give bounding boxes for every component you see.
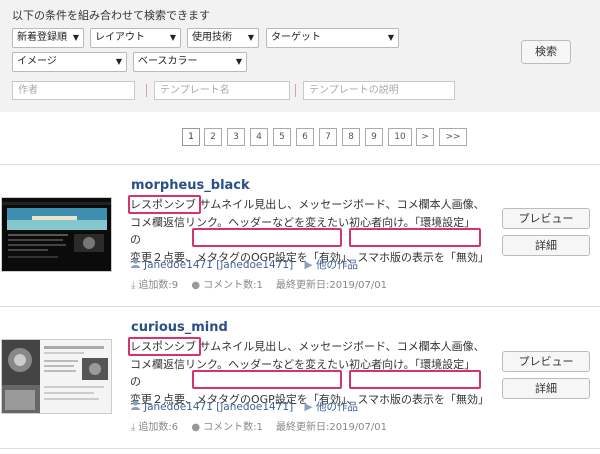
chevron-down-icon: ▼ (387, 33, 394, 42)
search-button[interactable]: 検索 (521, 40, 571, 64)
comment-count: コメント数:1 (203, 280, 263, 291)
preview-button[interactable]: プレビュー (502, 208, 590, 229)
template-description-input-placeholder: テンプレートの説明 (309, 85, 399, 96)
highlight-box (128, 195, 201, 214)
comment-count: コメント数:1 (203, 422, 263, 433)
chevron-down-icon: ▼ (115, 57, 122, 66)
page-link-6[interactable]: 6 (296, 128, 314, 146)
author-input-placeholder: 作者 (18, 85, 38, 96)
comment-icon: ● (191, 280, 201, 291)
last-updated: 最終更新日:2019/07/01 (276, 280, 388, 291)
download-icon: ⤓ (131, 422, 136, 433)
template-title[interactable]: curious_mind (131, 320, 228, 335)
base-color-select[interactable]: ベースカラー ▼ (133, 52, 247, 72)
detail-button[interactable]: 詳細 (502, 378, 590, 399)
preview-button[interactable]: プレビュー (502, 351, 590, 372)
highlight-box (349, 370, 481, 389)
divider (0, 306, 600, 307)
page-link-4[interactable]: 4 (250, 128, 268, 146)
base-color-select-value: ベースカラー (138, 56, 198, 67)
page-link-5[interactable]: 5 (273, 128, 291, 146)
highlight-box (128, 337, 201, 356)
caret-right-icon: ▶ (304, 401, 313, 413)
meta-line: ⤓ 追加数:6 ● コメント数:1 最終更新日:2019/07/01 (131, 418, 387, 433)
other-works-link[interactable]: 他の作品 (316, 401, 358, 413)
chevron-down-icon: ▼ (235, 57, 242, 66)
page-link-8[interactable]: 8 (342, 128, 360, 146)
highlight-box (192, 370, 342, 389)
technology-select[interactable]: 使用技術 ▼ (187, 28, 259, 48)
page-link-2[interactable]: 2 (204, 128, 222, 146)
divider (0, 448, 600, 449)
template-thumbnail[interactable] (1, 197, 112, 272)
divider (295, 84, 296, 97)
template-description-input[interactable]: テンプレートの説明 (303, 81, 455, 100)
technology-select-value: 使用技術 (192, 32, 232, 43)
added-count: 追加数:9 (138, 280, 179, 291)
thumbnail-image (2, 340, 111, 413)
user-icon (131, 258, 140, 271)
author-line: Janedoe1471 [janedoe1471] ▶ 他の作品 (131, 257, 358, 272)
chevron-down-icon: ▼ (247, 33, 254, 42)
image-select[interactable]: イメージ ▼ (12, 52, 127, 72)
comment-icon: ● (191, 422, 201, 433)
author-link[interactable]: Janedoe1471 [janedoe1471] (144, 259, 293, 271)
divider (0, 164, 600, 165)
page-link-7[interactable]: 7 (319, 128, 337, 146)
user-icon (131, 400, 140, 413)
template-thumbnail[interactable] (1, 339, 112, 414)
search-panel: 以下の条件を組み合わせて検索できます 新着登録順 ▼ レイアウト ▼ 使用技術 … (0, 0, 600, 112)
page-link-1[interactable]: 1 (182, 128, 200, 146)
search-caption: 以下の条件を組み合わせて検索できます (12, 9, 210, 22)
author-line: Janedoe1471 [janedoe1471] ▶ 他の作品 (131, 399, 358, 414)
sort-select[interactable]: 新着登録順 ▼ (12, 28, 84, 48)
last-updated: 最終更新日:2019/07/01 (276, 422, 388, 433)
thumbnail-image (2, 198, 111, 271)
caret-right-icon: ▶ (304, 259, 313, 271)
template-title[interactable]: morpheus_black (131, 178, 250, 193)
detail-button[interactable]: 詳細 (502, 235, 590, 256)
divider (146, 84, 147, 97)
author-link[interactable]: Janedoe1471 [janedoe1471] (144, 401, 293, 413)
sort-select-value: 新着登録順 (17, 32, 67, 43)
meta-line: ⤓ 追加数:9 ● コメント数:1 最終更新日:2019/07/01 (131, 276, 387, 291)
image-select-value: イメージ (17, 56, 57, 67)
author-input[interactable]: 作者 (12, 81, 135, 100)
other-works-link[interactable]: 他の作品 (316, 259, 358, 271)
template-name-input[interactable]: テンプレート名 (154, 81, 290, 100)
highlight-box (349, 228, 481, 247)
download-icon: ⤓ (131, 280, 136, 291)
layout-select-value: レイアウト (95, 32, 145, 43)
chevron-down-icon: ▼ (169, 33, 176, 42)
page-link-9[interactable]: 9 (365, 128, 383, 146)
layout-select[interactable]: レイアウト ▼ (90, 28, 181, 48)
template-name-input-placeholder: テンプレート名 (160, 85, 230, 96)
target-select[interactable]: ターゲット ▼ (266, 28, 399, 48)
target-select-value: ターゲット (271, 32, 321, 43)
highlight-box (192, 228, 342, 247)
page-link-3[interactable]: 3 (227, 128, 245, 146)
page-next[interactable]: > (416, 128, 434, 146)
chevron-down-icon: ▼ (72, 33, 79, 42)
page-last[interactable]: >> (439, 128, 467, 146)
added-count: 追加数:6 (138, 422, 179, 433)
page-link-10[interactable]: 10 (388, 128, 412, 146)
